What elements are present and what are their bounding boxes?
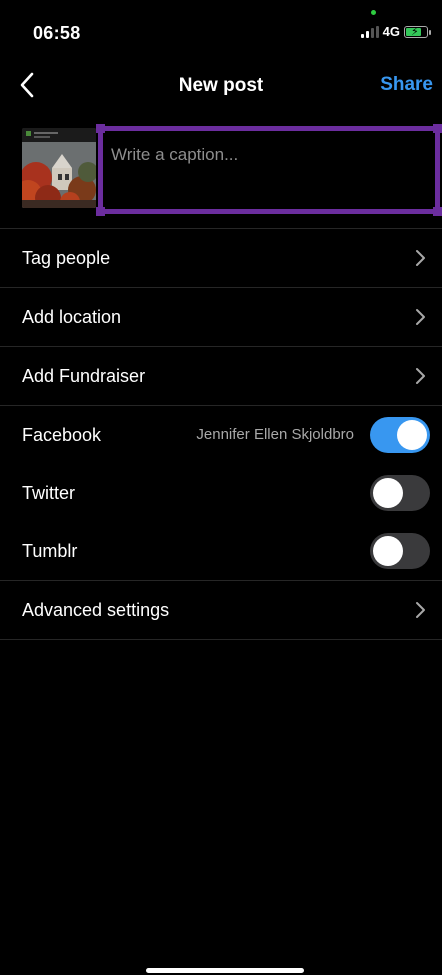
tag-people-row[interactable]: Tag people	[0, 229, 442, 287]
share-row-facebook: Facebook Jennifer Ellen Skjoldbro	[0, 406, 442, 464]
tumblr-label: Tumblr	[22, 540, 78, 561]
divider	[0, 639, 442, 640]
twitter-label: Twitter	[22, 482, 76, 503]
add-location-label: Add location	[22, 306, 122, 327]
battery-charging-icon: ⚡	[404, 25, 431, 38]
tag-people-label: Tag people	[22, 247, 111, 268]
network-type-label: 4G	[382, 24, 400, 39]
chevron-right-icon	[416, 602, 425, 618]
share-row-twitter: Twitter	[0, 464, 442, 522]
page-title: New post	[178, 75, 264, 96]
status-bar: 06:58 4G ⚡	[0, 0, 442, 64]
compose-area	[0, 120, 442, 228]
advanced-settings-label: Advanced settings	[22, 599, 170, 620]
selection-handle	[96, 124, 105, 133]
tumblr-toggle[interactable]	[370, 533, 430, 569]
navigation-bar: New post Share	[0, 64, 442, 108]
signal-strength-icon	[360, 25, 379, 38]
facebook-label: Facebook	[22, 424, 102, 445]
selection-handle	[96, 207, 105, 216]
share-button[interactable]: Share	[380, 74, 433, 96]
status-time: 06:58	[33, 23, 81, 43]
advanced-settings-row[interactable]: Advanced settings	[0, 581, 442, 639]
add-fundraiser-label: Add Fundraiser	[22, 365, 146, 386]
twitter-toggle[interactable]	[370, 475, 430, 511]
selection-handle	[433, 124, 442, 133]
status-indicators: 4G ⚡	[360, 24, 431, 39]
chevron-right-icon	[416, 250, 425, 266]
caption-input[interactable]	[111, 145, 431, 165]
photo-image	[22, 128, 96, 208]
post-thumbnail[interactable]	[22, 128, 96, 208]
chevron-right-icon	[416, 368, 425, 384]
facebook-toggle[interactable]	[370, 417, 430, 453]
caption-highlight-box	[96, 124, 442, 216]
selection-handle	[433, 207, 442, 216]
privacy-indicator-dot	[371, 10, 376, 15]
facebook-account-name: Jennifer Ellen Skjoldbro	[196, 426, 354, 443]
chevron-right-icon	[416, 309, 425, 325]
post-options-list: Tag people Add location Add Fundraiser F…	[0, 228, 442, 640]
share-row-tumblr: Tumblr	[0, 522, 442, 580]
add-fundraiser-row[interactable]: Add Fundraiser	[0, 347, 442, 405]
add-location-row[interactable]: Add location	[0, 288, 442, 346]
home-indicator	[146, 968, 304, 973]
